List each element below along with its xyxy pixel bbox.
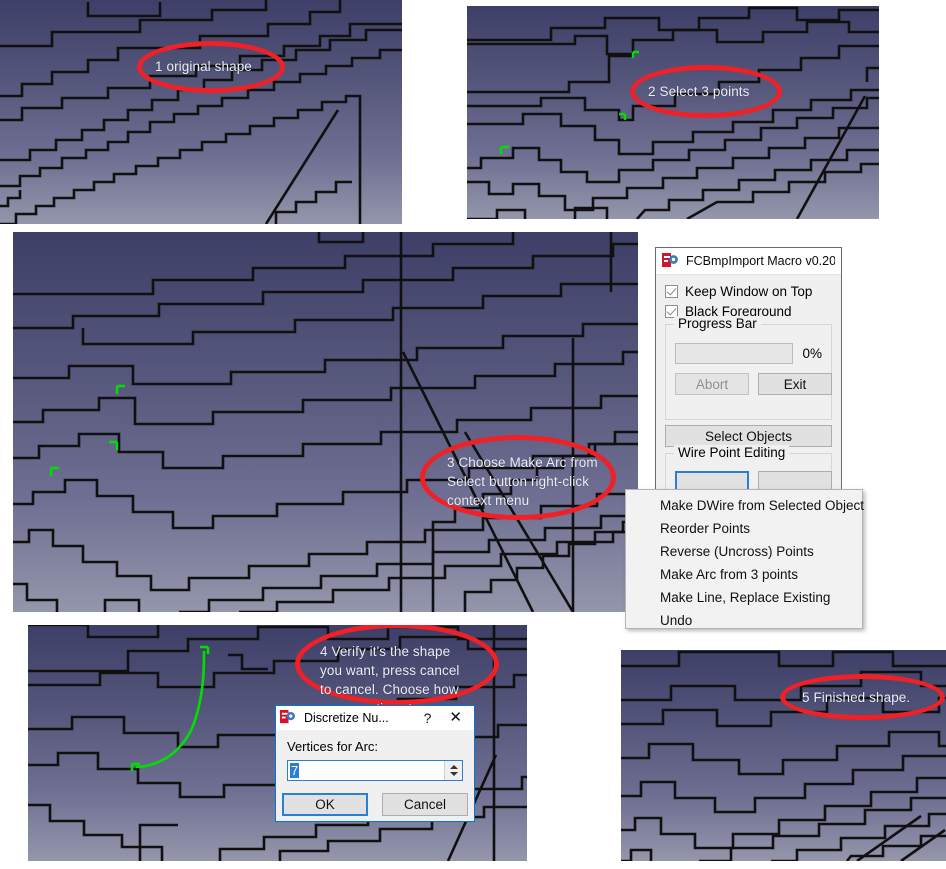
menu-item-make-dwire[interactable]: Make DWire from Selected Object [626,494,864,517]
discretize-dialog-titlebar: Discretize Nu... ? ✕ [276,706,474,730]
contour-graphic-1 [0,0,402,224]
vertices-spinner-buttons[interactable] [444,761,462,780]
vertices-for-arc-spinbox[interactable]: 7 [287,760,463,781]
macro-window-titlebar: FCBmpImport Macro v0.2018 [656,248,841,275]
discretize-dialog-body: Vertices for Arc: 7 OK Cancel [276,730,474,825]
menu-item-make-arc-from-3-points[interactable]: Make Arc from 3 points [626,563,862,586]
freecad-icon [662,253,679,269]
macro-window-title: FCBmpImport Macro v0.2018 [686,254,835,268]
checkbox-keep-window-on-top[interactable]: Keep Window on Top [665,284,833,299]
wire-point-editing-group-title: Wire Point Editing [674,445,790,460]
macro-window-body: Keep Window on Top Black Foreground Prog… [656,275,841,523]
progress-bar-row: 0% [675,343,822,364]
menu-item-reorder-points[interactable]: Reorder Points [626,517,862,540]
panel-viewport-finished-shape: 5 Finished shape. [621,650,946,861]
progress-bar-group-title: Progress Bar [674,316,761,331]
spinner-up-icon[interactable] [449,765,458,769]
menu-item-make-line-replace[interactable]: Make Line, Replace Existing [626,586,862,609]
checkbox-keep-on-top-label: Keep Window on Top [685,284,813,299]
abort-button[interactable]: Abort [675,373,749,395]
panel-viewport-select-points: 2 Select 3 points [467,6,879,219]
checkbox-keep-on-top-box[interactable] [665,285,678,298]
ok-button[interactable]: OK [282,793,368,816]
vertices-for-arc-value[interactable]: 7 [290,763,300,778]
progress-bar [675,343,794,364]
vertices-for-arc-label: Vertices for Arc: [287,739,379,754]
panel-viewport-original-shape: 1 original shape [0,0,402,224]
select-objects-button[interactable]: Select Objects [665,425,832,447]
progress-bar-group: Progress Bar 0% Abort Exit [665,316,832,420]
panel-viewport-context-menu: 3 Choose Make Arc from Select button rig… [13,232,638,612]
exit-button[interactable]: Exit [758,373,832,395]
discretize-dialog-buttons: OK Cancel [282,793,468,816]
progress-buttons-row: Abort Exit [675,373,832,395]
discretize-dialog: Discretize Nu... ? ✕ Vertices for Arc: 7… [275,705,475,822]
contour-graphic-3 [13,232,638,612]
vertices-for-arc-value-wrap[interactable]: 7 [288,761,444,780]
wire-point-context-menu: Make DWire from Selected Object Reorder … [625,489,864,632]
contour-graphic-5 [621,650,946,861]
menu-item-reverse-points[interactable]: Reverse (Uncross) Points [626,540,862,563]
close-icon[interactable]: ✕ [441,710,470,727]
spinner-down-icon[interactable] [449,772,458,776]
cancel-button[interactable]: Cancel [382,793,468,816]
help-icon[interactable]: ? [414,710,442,726]
menu-item-undo[interactable]: Undo [626,609,862,632]
discretize-dialog-title: Discretize Nu... [304,711,389,725]
progress-bar-percent: 0% [802,346,822,361]
select-objects-wrap: Select Objects [665,425,832,447]
contour-graphic-2 [467,6,879,219]
freecad-icon [280,710,297,726]
